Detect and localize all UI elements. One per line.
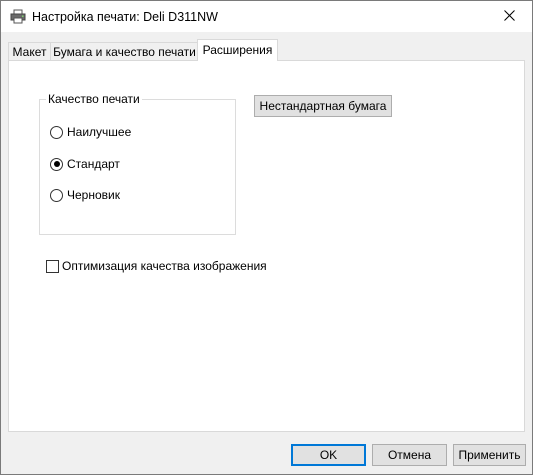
image-optimization-label: Оптимизация качества изображения (62, 259, 267, 273)
radio-draft-button[interactable] (50, 188, 63, 202)
ok-button[interactable]: OK (291, 444, 366, 466)
radio-standard[interactable]: Стандарт (50, 156, 120, 172)
image-optimization-option[interactable]: Оптимизация качества изображения (46, 258, 267, 274)
title-bar: Настройка печати: Deli D311NW (1, 1, 532, 32)
radio-standard-button[interactable] (50, 157, 63, 171)
window-title: Настройка печати: Deli D311NW (32, 10, 218, 24)
tab-layout[interactable]: Макет (8, 42, 51, 60)
radio-standard-label: Стандарт (67, 157, 120, 171)
apply-button[interactable]: Применить (453, 444, 526, 466)
radio-draft-label: Черновик (67, 188, 120, 202)
cancel-button[interactable]: Отмена (372, 444, 447, 466)
custom-paper-button[interactable]: Нестандартная бумага (254, 95, 392, 117)
image-optimization-checkbox[interactable] (46, 259, 59, 273)
close-icon (503, 9, 515, 24)
print-settings-window: Настройка печати: Deli D311NW Макет Бума… (0, 0, 533, 475)
radio-best[interactable]: Наилучшее (50, 124, 131, 140)
tab-paper-quality[interactable]: Бумага и качество печати (50, 42, 199, 60)
printer-icon (10, 9, 26, 24)
tab-advanced[interactable]: Расширения (197, 39, 278, 61)
radio-draft[interactable]: Черновик (50, 187, 120, 203)
print-quality-group: Качество печати Наилучшее Стандарт Черно… (39, 92, 236, 235)
print-quality-label: Качество печати (46, 92, 142, 106)
radio-best-label: Наилучшее (67, 125, 132, 139)
radio-best-button[interactable] (50, 125, 63, 139)
tab-page-advanced: Качество печати Наилучшее Стандарт Черно… (8, 60, 525, 432)
close-button[interactable] (486, 1, 532, 32)
